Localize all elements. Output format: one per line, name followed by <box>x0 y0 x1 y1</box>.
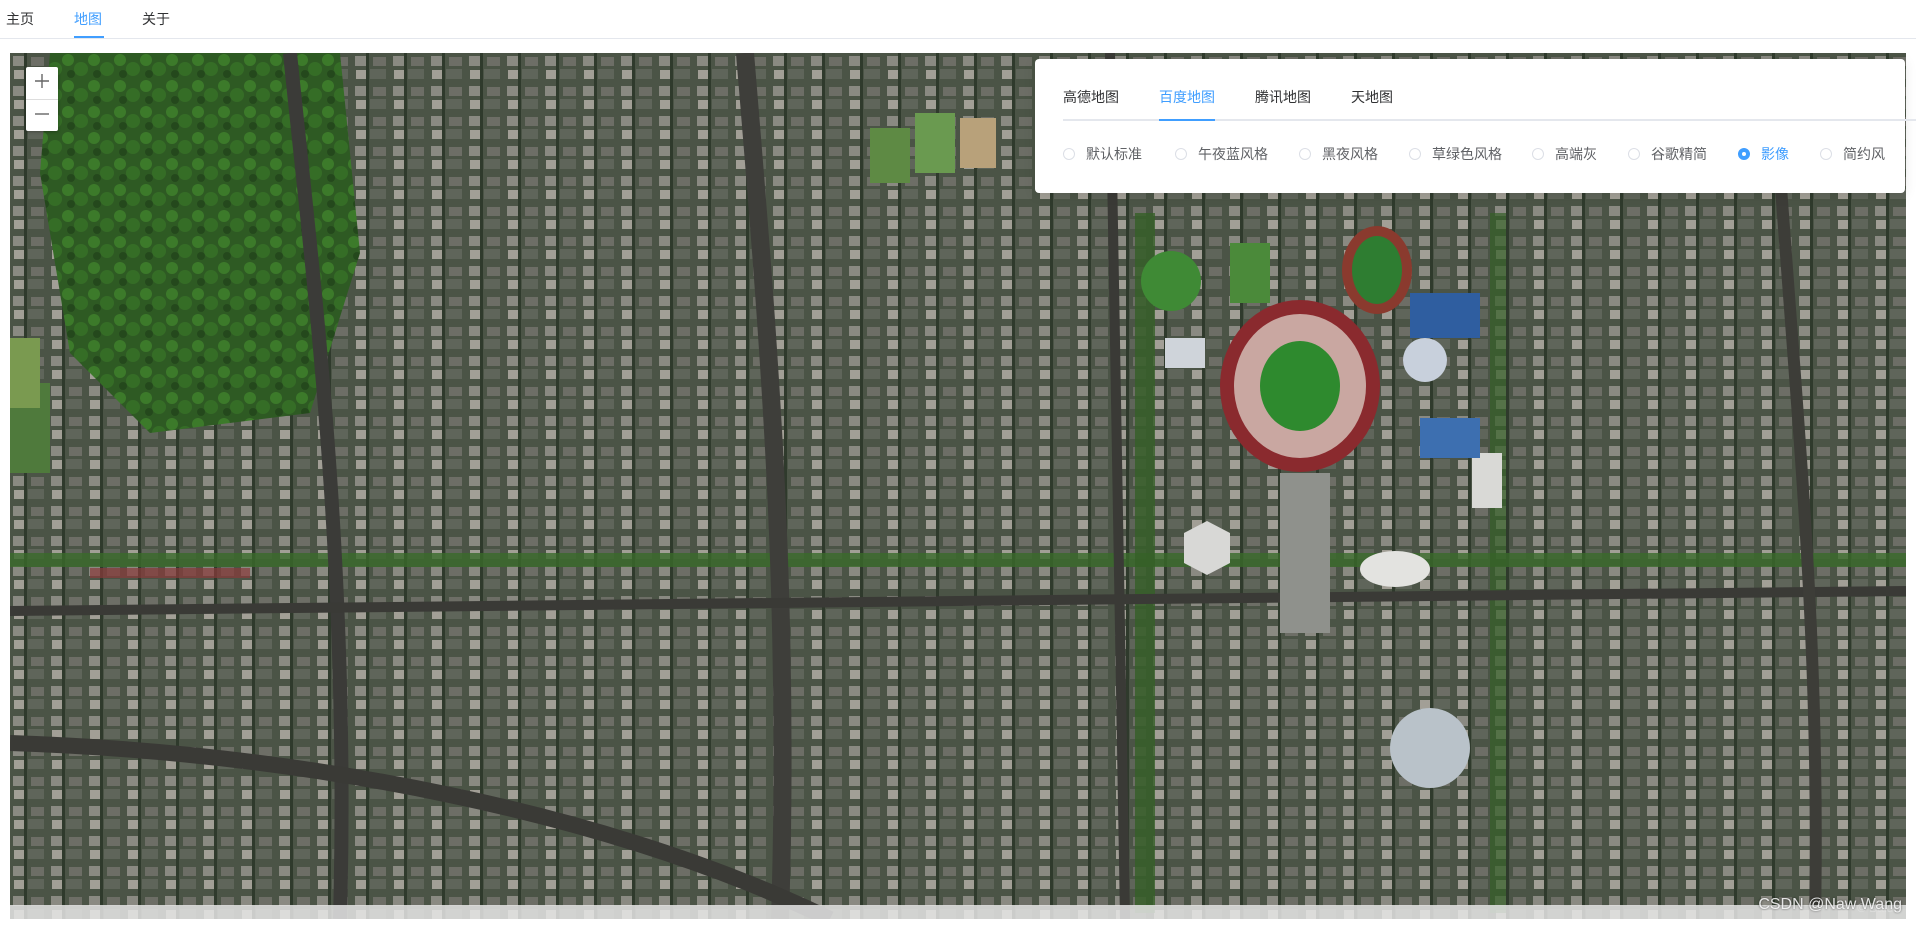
style-radio-satellite[interactable]: 影像 <box>1738 145 1789 163</box>
style-radio-google-lite[interactable]: 谷歌精简 <box>1628 145 1707 163</box>
style-radio-dark[interactable]: 黑夜风格 <box>1299 145 1378 163</box>
style-radio-grass-green[interactable]: 草绿色风格 <box>1409 145 1502 163</box>
style-radio-midnight-blue[interactable]: 午夜蓝风格 <box>1175 145 1268 163</box>
zoom-in-button[interactable] <box>26 67 58 99</box>
style-label: 默认标准 <box>1086 146 1142 162</box>
nav-tab-about[interactable]: 关于 <box>142 0 170 38</box>
radio-icon <box>1409 148 1421 160</box>
radio-icon <box>1063 148 1075 160</box>
provider-tab-indicator <box>1159 119 1215 121</box>
radio-icon <box>1628 148 1640 160</box>
style-label: 午夜蓝风格 <box>1198 146 1268 162</box>
radio-icon <box>1820 148 1832 160</box>
radio-icon <box>1299 148 1311 160</box>
map-footer-bar <box>10 905 1906 919</box>
map-style-panel: 高德地图 百度地图 腾讯地图 天地图 默认标准 午夜蓝风格 黑夜风格 草绿色风格… <box>1035 59 1916 193</box>
style-label: 黑夜风格 <box>1322 146 1378 162</box>
tab-tianditu[interactable]: 天地图 <box>1351 87 1393 107</box>
style-radio-default[interactable]: 默认标准 <box>1063 145 1142 163</box>
style-label: 草绿色风格 <box>1432 146 1502 162</box>
tab-gaode[interactable]: 高德地图 <box>1063 87 1119 107</box>
style-radio-minimal[interactable]: 简约风 <box>1820 145 1885 163</box>
watermark: CSDN @Naw Wang <box>1758 896 1902 913</box>
style-radio-grey[interactable]: 高端灰 <box>1532 145 1597 163</box>
style-label: 高端灰 <box>1555 146 1597 162</box>
nav-tab-home[interactable]: 主页 <box>6 0 34 38</box>
zoom-control <box>26 67 58 131</box>
style-label: 简约风 <box>1843 146 1885 162</box>
minus-icon <box>35 107 49 126</box>
style-label: 影像 <box>1761 146 1789 162</box>
radio-checked-icon <box>1738 148 1750 160</box>
tab-tencent[interactable]: 腾讯地图 <box>1255 87 1311 107</box>
zoom-out-button[interactable] <box>26 99 58 132</box>
tab-baidu[interactable]: 百度地图 <box>1159 87 1215 107</box>
radio-icon <box>1532 148 1544 160</box>
plus-icon <box>35 73 49 93</box>
nav-active-indicator <box>74 36 104 38</box>
radio-icon <box>1175 148 1187 160</box>
top-nav: 主页 地图 关于 <box>0 0 1916 39</box>
nav-tab-map[interactable]: 地图 <box>74 0 102 38</box>
style-label: 谷歌精简 <box>1651 146 1707 162</box>
map-provider-tabs: 高德地图 百度地图 腾讯地图 天地图 <box>1063 59 1916 121</box>
